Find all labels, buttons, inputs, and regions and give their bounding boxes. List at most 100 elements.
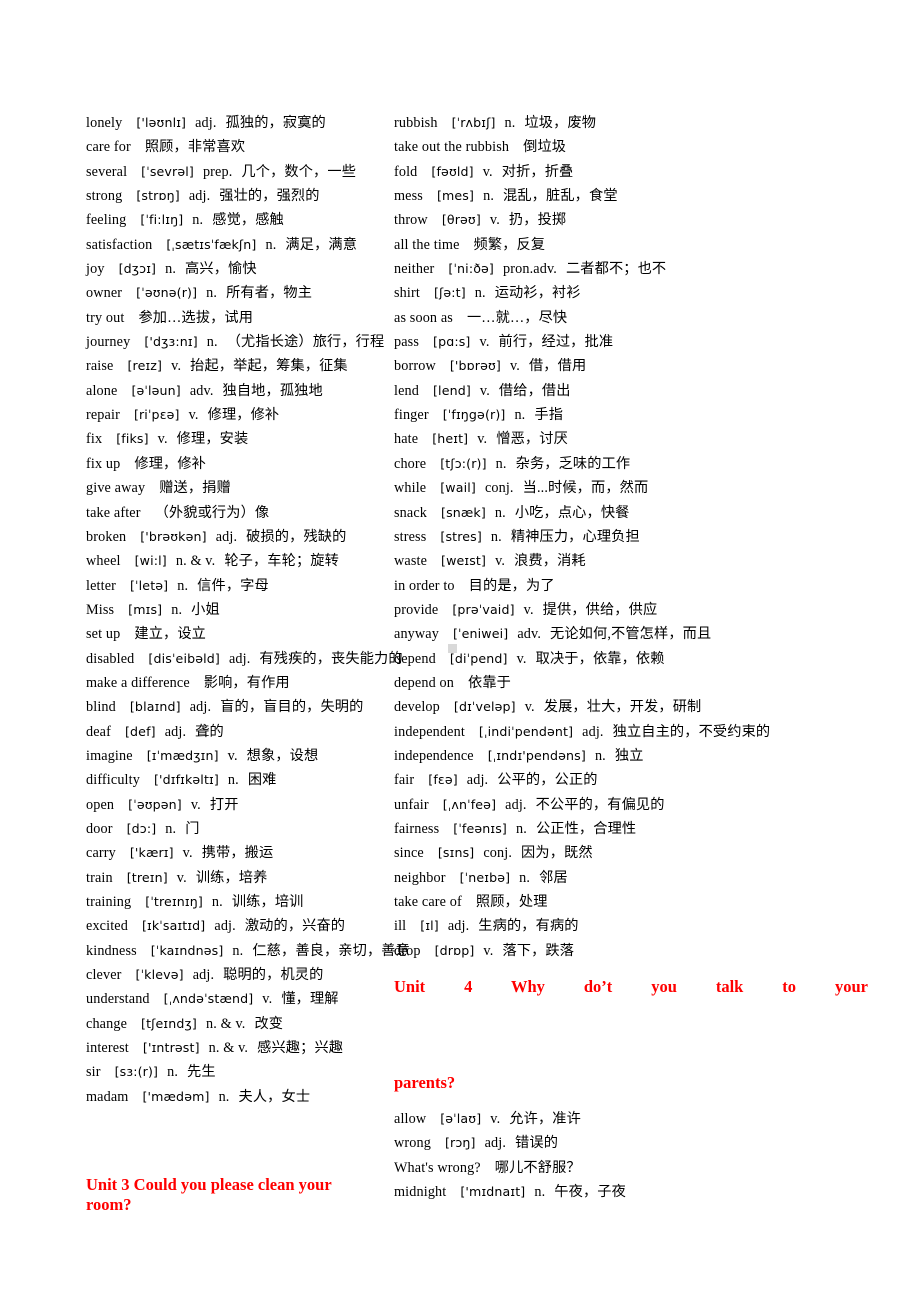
entry-meaning: 满足，满意 [285, 236, 358, 253]
entry-word: neither [394, 261, 435, 278]
entry-word: waste [394, 553, 428, 570]
entry-phonetic: [fəʊld] [431, 163, 474, 179]
entry-phonetic: [ˈklevə] [135, 967, 184, 983]
entry-part-of-speech: adv. [189, 382, 214, 399]
entry-word: carry [86, 845, 116, 862]
entry-word: depend [394, 650, 436, 667]
entry-meaning: 照顾，非常喜欢 [144, 139, 246, 156]
vocabulary-entry: joy [dʒɔɪ] n. 高兴，愉快 [86, 257, 380, 281]
vocabulary-entry: fairness [ˈfeənɪs] n. 公正性，合理性 [394, 817, 868, 841]
entry-word: blind [86, 699, 116, 716]
vocabulary-entry: fix up 修理，修补 [86, 452, 380, 476]
vocabulary-entry: imagine [ɪˈmædʒɪn] v. 想象，设想 [86, 744, 380, 768]
vocabulary-entry: unfair [ˌʌnˈfeə] adj. 不公平的，有偏见的 [394, 793, 868, 817]
entry-word: ill [394, 918, 407, 935]
entry-word: clever [86, 967, 122, 984]
entry-part-of-speech: n. [265, 236, 277, 253]
entry-meaning: 激动的，兴奋的 [244, 918, 346, 935]
entry-word: lend [394, 382, 419, 399]
entry-phonetic: [reɪz] [127, 358, 163, 374]
entry-meaning: 赠送，捐赠 [159, 480, 231, 497]
vocabulary-entry: stress [stres] n. 精神压力，心理负担 [394, 525, 868, 549]
entry-phonetic: [weɪst] [441, 553, 487, 569]
vocabulary-entry: midnight ['mɪdnaɪt] n. 午夜，子夜 [394, 1180, 868, 1204]
entry-word: develop [394, 699, 440, 716]
entry-word: rubbish [394, 115, 438, 131]
entry-meaning: 运动衫，衬衫 [494, 285, 581, 302]
vocabulary-entry: interest ['ɪntrəst] n. & v. 感兴趣；兴趣 [86, 1036, 380, 1060]
vocabulary-entry: deaf [def] adj. 聋的 [86, 720, 380, 744]
vocabulary-entry: snack [snæk] n. 小吃，点心，快餐 [394, 501, 868, 525]
entry-part-of-speech: adj. [189, 699, 212, 716]
entry-phonetic: [ˈfɪŋgə(r)] [442, 407, 506, 423]
entry-word: repair [86, 407, 120, 424]
entry-part-of-speech: adj. [188, 188, 211, 205]
entry-part-of-speech: v. [523, 601, 534, 618]
entry-meaning: 破损的，残缺的 [246, 528, 347, 545]
entry-word: deaf [86, 723, 111, 740]
entry-phonetic: [ˌʌnˈfeə] [442, 796, 497, 812]
vocabulary-entry: understand [ˌʌndəˈstænd] v. 懂，理解 [86, 987, 380, 1011]
entry-phonetic: ['mædəm] [142, 1088, 210, 1104]
entry-word: understand [86, 991, 150, 1008]
entry-word: change [86, 1015, 128, 1032]
entry-phonetic: [stres] [440, 528, 482, 544]
vocabulary-entry: drop [drɒp] v. 落下，跌落 [394, 939, 868, 963]
entry-phonetic: [ɪkˈsaɪtɪd] [141, 918, 206, 934]
entry-part-of-speech: n. [490, 528, 502, 545]
entry-meaning: 邻居 [539, 869, 568, 886]
entry-word: open [86, 796, 115, 813]
entry-word: fix [86, 431, 103, 448]
entry-word: depend on [394, 674, 454, 691]
entry-meaning: 感觉，感触 [212, 212, 284, 229]
entry-phonetic: [heɪt] [432, 431, 469, 447]
vocabulary-entry: owner [ˈəʊnə(r)] n. 所有者，物主 [86, 281, 380, 305]
entry-part-of-speech: v. [477, 431, 488, 448]
vocabulary-entry: repair [riˈpɛə] v. 修理，修补 [86, 403, 380, 427]
entry-meaning: 有残疾的，丧失能力的 [259, 650, 403, 667]
vocabulary-entry: blind [blaɪnd] adj. 盲的，盲目的，失明的 [86, 695, 380, 719]
entry-word: alone [86, 382, 118, 399]
entry-phonetic: [ɪl] [420, 918, 439, 934]
vocabulary-entry: since [sɪns] conj. 因为，既然 [394, 841, 868, 865]
entry-word: hate [394, 431, 419, 448]
entry-meaning: 一…就…，尽快 [466, 309, 568, 326]
left-column: lonely ['ləʊnlɪ] adj. 孤独的，寂寞的 care for 照顾，非常喜… [0, 111, 410, 1215]
vocabulary-entry: take out the rubbish 倒垃圾 [394, 135, 868, 159]
entry-meaning: （外貌或行为）像 [154, 504, 270, 521]
entry-part-of-speech: v. [171, 358, 182, 375]
entry-meaning: 借，借用 [528, 358, 587, 375]
entry-word: since [394, 845, 424, 862]
vocabulary-entry: as soon as 一…就…，尽快 [394, 306, 868, 330]
vocabulary-entry: shirt [ʃə:t] n. 运动衫，衬衫 [394, 281, 868, 305]
vocabulary-entry: mess [mes] n. 混乱，脏乱，食堂 [394, 184, 868, 208]
entry-word: train [86, 869, 113, 886]
vocabulary-entry: train [treɪn] v. 训练，培养 [86, 866, 380, 890]
vocabulary-entry: alone [əˈləun] adv. 独自地，孤独地 [86, 379, 380, 403]
entry-meaning: 训练，培训 [231, 894, 304, 910]
entry-phonetic: [drɒp] [434, 942, 475, 958]
entry-part-of-speech: v. [516, 650, 527, 667]
entry-word: letter [86, 577, 116, 594]
entry-meaning: 生病的，有病的 [478, 918, 579, 935]
entry-phonetic: ['dɪfɪkəltɪ] [153, 772, 219, 788]
entry-meaning: 公平的，公正的 [497, 772, 598, 789]
vocabulary-entry: sir [sɜ:(r)] n. 先生 [86, 1060, 380, 1084]
entry-phonetic: [tʃeɪndʒ] [141, 1015, 197, 1031]
unit3-spacer [86, 1109, 380, 1175]
entry-meaning: 依靠于 [467, 674, 511, 691]
vocabulary-entry: give away 赠送，捐赠 [86, 476, 380, 500]
entry-part-of-speech: n. [165, 261, 177, 278]
entry-meaning: 聋的 [195, 723, 224, 740]
entry-part-of-speech: v. [495, 553, 506, 570]
entry-part-of-speech: n. [514, 407, 526, 424]
entry-word: fix up [86, 455, 121, 472]
entry-part-of-speech: v. [483, 942, 494, 959]
entry-part-of-speech: n. [206, 285, 218, 302]
entry-word: difficulty [86, 772, 140, 789]
entry-word: mess [394, 188, 423, 205]
entry-word: all the time [394, 236, 460, 253]
entry-word: kindness [86, 942, 137, 959]
entry-part-of-speech: n. [483, 188, 495, 205]
entry-word: drop [394, 942, 421, 959]
